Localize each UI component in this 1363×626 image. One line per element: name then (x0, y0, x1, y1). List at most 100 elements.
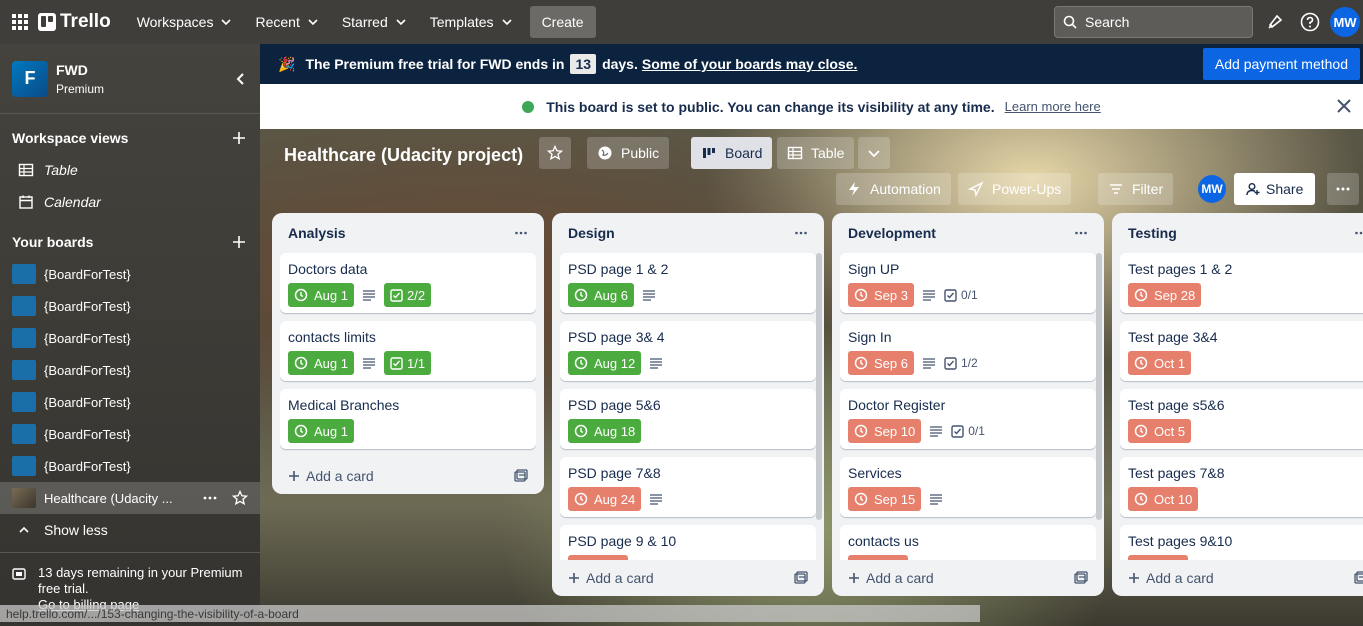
list-scrollbar[interactable] (816, 253, 822, 520)
due-date-badge[interactable]: Oct 10 (1128, 487, 1199, 511)
sidebar-item-table[interactable]: Table (0, 154, 260, 186)
visibility-button[interactable]: Public (587, 137, 670, 169)
sidebar-board-item[interactable]: {BoardForTest} (0, 258, 260, 290)
view-board-button[interactable]: Board (691, 137, 773, 169)
power-ups-button[interactable]: Power-Ups (958, 173, 1072, 205)
collapse-sidebar-icon[interactable] (234, 72, 248, 86)
add-card-button[interactable]: Add a card (568, 570, 654, 586)
due-date-badge[interactable]: Aug 6 (568, 283, 634, 307)
due-date-badge[interactable]: Sep 3 (848, 283, 914, 307)
card[interactable]: PSD page 5&6 Aug 18 (560, 389, 816, 449)
card[interactable]: Test page 3&4 Oct 1 (1120, 321, 1363, 381)
due-date-badge[interactable]: Sep 15 (848, 487, 922, 511)
card[interactable]: Doctors data Aug 1 2/2 (280, 253, 536, 313)
add-card-button[interactable]: Add a card (1128, 570, 1214, 586)
add-card-button[interactable]: Add a card (848, 570, 934, 586)
list-actions-icon[interactable] (514, 226, 528, 240)
card[interactable]: Test pages 7&8 Oct 10 (1120, 457, 1363, 517)
due-date-badge[interactable] (568, 555, 628, 560)
board-menu-button[interactable] (1327, 173, 1359, 205)
board-title[interactable]: Healthcare (Udacity project) (284, 145, 523, 166)
sidebar-board-item[interactable]: {BoardForTest} (0, 322, 260, 354)
due-date-badge[interactable]: Aug 18 (568, 419, 642, 443)
help-icon[interactable] (1299, 11, 1321, 33)
card[interactable]: Sign UP Sep 3 0/1 (840, 253, 1096, 313)
create-button[interactable]: Create (529, 6, 596, 38)
sidebar-board-item[interactable]: {BoardForTest} (0, 386, 260, 418)
card[interactable]: Test page s5&6 Oct 5 (1120, 389, 1363, 449)
sidebar-board-item[interactable]: {BoardForTest} (0, 450, 260, 482)
sidebar-board-item-active[interactable]: Healthcare (Udacity ... (0, 482, 260, 514)
share-button[interactable]: Share (1234, 173, 1316, 205)
filter-button[interactable]: Filter (1098, 173, 1174, 205)
app-switcher-icon[interactable] (8, 10, 32, 34)
notifications-icon[interactable] (1264, 11, 1286, 33)
sidebar-board-item[interactable]: {BoardForTest} (0, 418, 260, 450)
add-view-icon[interactable] (232, 131, 246, 145)
due-date-badge[interactable]: Sep 10 (848, 419, 922, 443)
card[interactable]: Test pages 9&10 (1120, 525, 1363, 560)
create-from-template-icon[interactable] (794, 571, 808, 585)
list-title[interactable]: Testing (1128, 225, 1177, 241)
due-date-badge[interactable]: Aug 1 (288, 351, 354, 375)
workspaces-menu[interactable]: Workspaces (125, 6, 244, 38)
starred-menu[interactable]: Starred (330, 6, 418, 38)
card[interactable]: Sign In Sep 6 1/2 (840, 321, 1096, 381)
due-date-badge[interactable]: Aug 24 (568, 487, 642, 511)
automation-button[interactable]: Automation (836, 173, 951, 205)
sidebar-board-item[interactable]: {BoardForTest} (0, 354, 260, 386)
due-date-badge[interactable]: Aug 1 (288, 283, 354, 307)
due-date-badge[interactable] (848, 555, 908, 560)
list-title[interactable]: Analysis (288, 225, 346, 241)
show-less-toggle[interactable]: Show less (0, 514, 260, 546)
add-board-icon[interactable] (232, 235, 246, 249)
list-actions-icon[interactable] (794, 226, 808, 240)
due-date-badge[interactable]: Oct 5 (1128, 419, 1192, 443)
add-card-button[interactable]: Add a card (288, 468, 374, 484)
due-date-text: Oct 1 (1154, 355, 1186, 371)
more-options-icon[interactable] (202, 490, 218, 506)
create-from-template-icon[interactable] (514, 469, 528, 483)
card[interactable]: Medical Branches Aug 1 (280, 389, 536, 449)
card[interactable]: contacts us (840, 525, 1096, 560)
card[interactable]: PSD page 9 & 10 (560, 525, 816, 560)
due-date-badge[interactable]: Oct 1 (1128, 351, 1192, 375)
checklist-icon (944, 288, 957, 302)
star-icon[interactable] (232, 490, 248, 506)
card[interactable]: Services Sep 15 (840, 457, 1096, 517)
card[interactable]: PSD page 3& 4 Aug 12 (560, 321, 816, 381)
star-board-button[interactable] (539, 137, 571, 169)
trello-logo[interactable]: Trello (38, 11, 111, 33)
list-actions-icon[interactable] (1354, 226, 1363, 240)
list-title[interactable]: Design (568, 225, 615, 241)
list-title[interactable]: Development (848, 225, 936, 241)
search-input[interactable]: Search (1054, 6, 1253, 38)
list-scrollbar[interactable] (1096, 253, 1102, 520)
due-date-badge[interactable]: Sep 6 (848, 351, 914, 375)
view-table-button[interactable]: Table (777, 137, 855, 169)
card[interactable]: PSD page 7&8 Aug 24 (560, 457, 816, 517)
due-date-badge[interactable]: Aug 12 (568, 351, 642, 375)
templates-menu[interactable]: Templates (418, 6, 524, 38)
boards-may-close-link[interactable]: Some of your boards may close. (642, 56, 858, 72)
due-date-badge[interactable] (1128, 555, 1188, 560)
list-actions-icon[interactable] (1074, 226, 1088, 240)
card[interactable]: PSD page 1 & 2 Aug 6 (560, 253, 816, 313)
add-payment-method-button[interactable]: Add payment method (1202, 48, 1360, 80)
sidebar-board-item[interactable]: {BoardForTest} (0, 290, 260, 322)
sidebar-item-calendar[interactable]: Calendar (0, 186, 260, 218)
card[interactable]: Doctor Register Sep 10 0/1 (840, 389, 1096, 449)
recent-menu[interactable]: Recent (243, 6, 329, 38)
close-icon[interactable] (1335, 97, 1353, 115)
user-avatar[interactable]: MW (1330, 7, 1360, 37)
cards-container: Sign UP Sep 3 0/1 Sign In Sep 6 1/2 Doctor Reg… (840, 253, 1096, 560)
create-from-template-icon[interactable] (1354, 571, 1363, 585)
card[interactable]: Test pages 1 & 2 Sep 28 (1120, 253, 1363, 313)
due-date-badge[interactable]: Sep 28 (1128, 283, 1202, 307)
learn-more-link[interactable]: Learn more here (1005, 99, 1101, 114)
due-date-badge[interactable]: Aug 1 (288, 419, 354, 443)
card[interactable]: contacts limits Aug 1 1/1 (280, 321, 536, 381)
create-from-template-icon[interactable] (1074, 571, 1088, 585)
board-member-avatar[interactable]: MW (1198, 175, 1226, 203)
more-views-button[interactable] (858, 137, 890, 169)
